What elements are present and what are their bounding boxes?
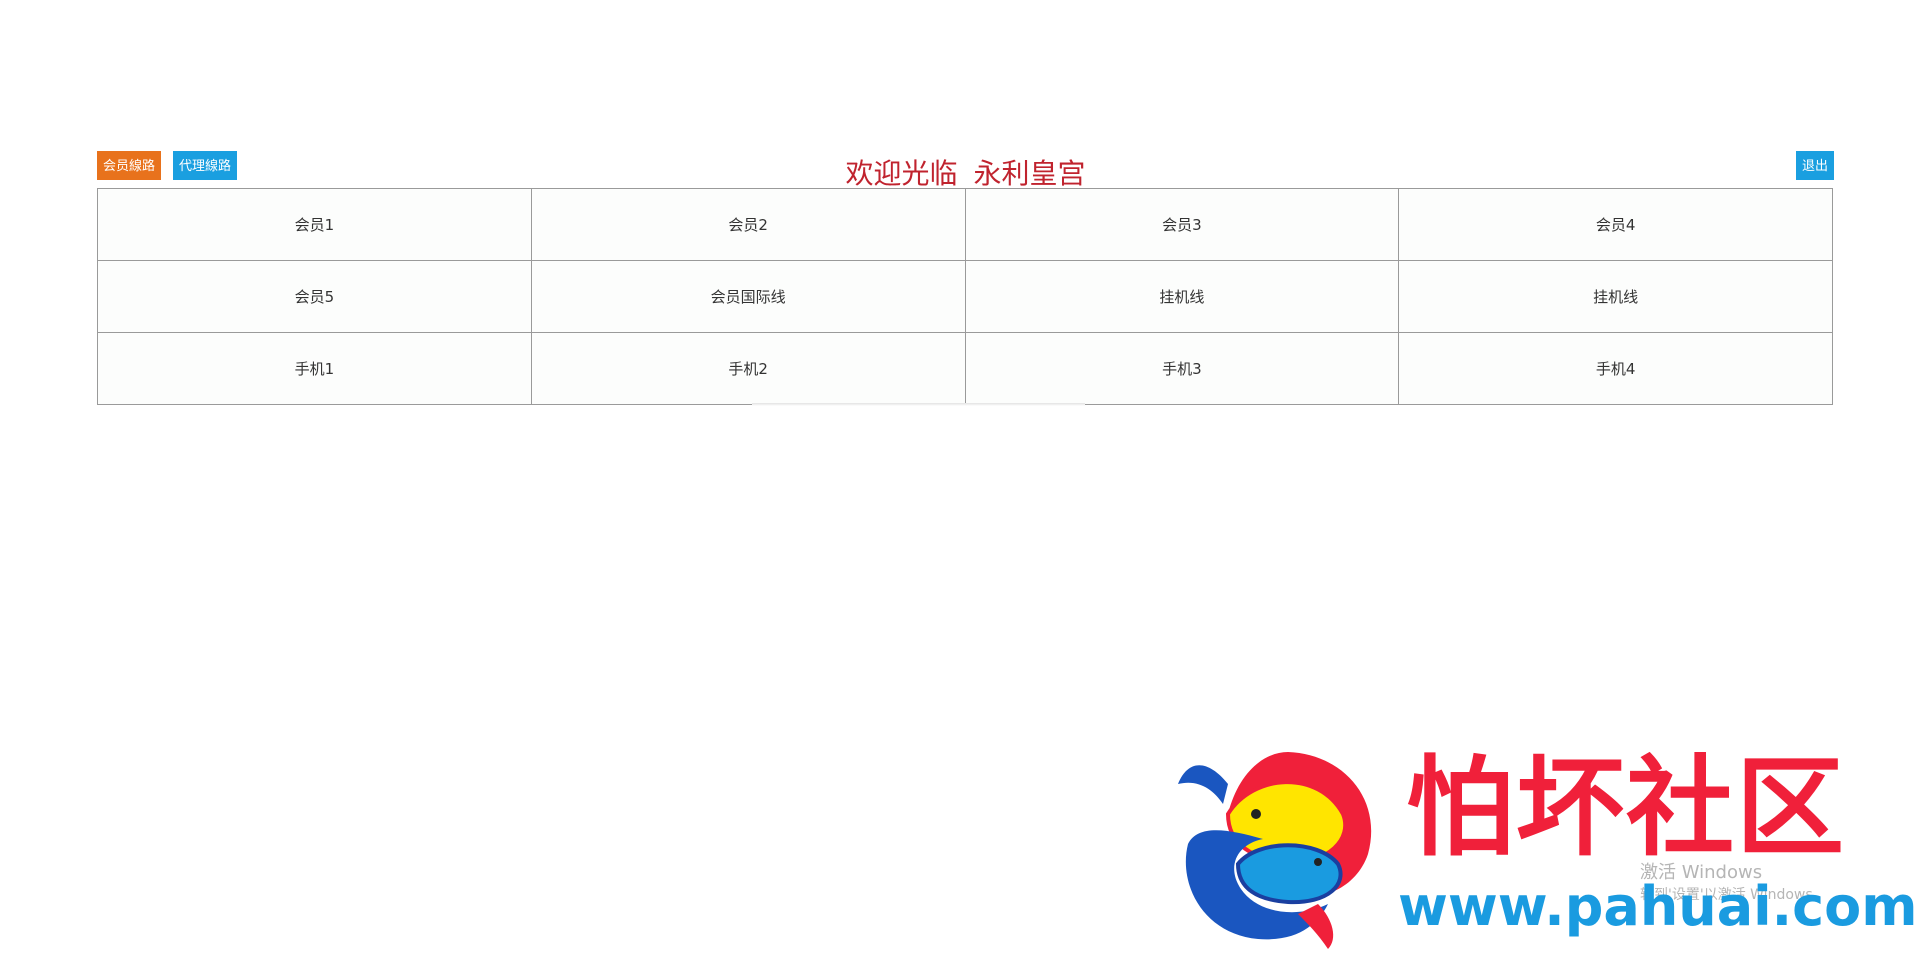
site-name: 永利皇宫 bbox=[973, 157, 1086, 190]
welcome-title: 欢迎光临 永利皇宫 bbox=[97, 152, 1834, 192]
line-cell[interactable]: 手机2 bbox=[530, 332, 966, 405]
line-cell[interactable]: 会员国际线 bbox=[530, 260, 966, 333]
logout-button[interactable]: 退出 bbox=[1795, 151, 1834, 180]
grid-row: 手机1 手机2 手机3 手机4 bbox=[97, 332, 1833, 405]
line-cell[interactable]: 手机3 bbox=[964, 332, 1400, 405]
welcome-text: 欢迎光临 bbox=[845, 157, 958, 190]
line-cell[interactable]: 会员5 bbox=[97, 260, 532, 333]
line-cell[interactable]: 手机1 bbox=[97, 332, 532, 405]
line-cell[interactable]: 会员1 bbox=[97, 188, 532, 261]
line-grid: 会员1 会员2 会员3 会员4 会员5 会员国际线 挂机线 挂机线 手机1 手机… bbox=[97, 188, 1833, 405]
line-cell[interactable]: 挂机线 bbox=[1398, 260, 1833, 333]
pahuai-watermark-logo: 怕坏社区 www.pahuai.com bbox=[1168, 744, 1920, 953]
grid-row: 会员1 会员2 会员3 会员4 bbox=[97, 188, 1833, 261]
line-cell[interactable]: 会员3 bbox=[964, 188, 1400, 261]
line-cell[interactable]: 挂机线 bbox=[964, 260, 1400, 333]
logo-text: 怕坏社区 bbox=[1406, 746, 1847, 871]
grid-row: 会员5 会员国际线 挂机线 挂机线 bbox=[97, 260, 1833, 333]
line-cell[interactable]: 手机4 bbox=[1398, 332, 1833, 405]
logo-url: www.pahuai.com bbox=[1398, 875, 1918, 938]
divider-shadow bbox=[752, 403, 1085, 406]
top-bar: 会员線路 代理線路 欢迎光临 永利皇宫 退出 bbox=[97, 150, 1834, 190]
line-cell[interactable]: 会员4 bbox=[1398, 188, 1833, 261]
fish-logo-icon bbox=[1178, 752, 1372, 949]
line-cell[interactable]: 会员2 bbox=[530, 188, 966, 261]
